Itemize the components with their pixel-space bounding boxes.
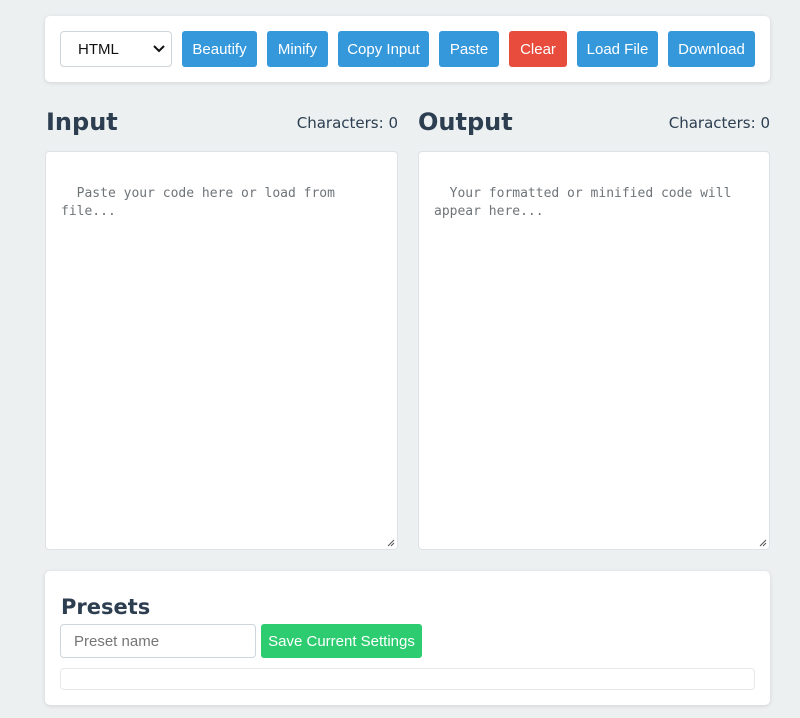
resize-handle-icon[interactable] [387, 539, 395, 547]
clear-button[interactable]: Clear [509, 31, 567, 67]
preset-name-placeholder: Preset name [74, 633, 160, 650]
output-char-count: Characters: 0 [668, 114, 770, 132]
resize-handle-icon[interactable] [759, 539, 767, 547]
paste-button[interactable]: Paste [439, 31, 499, 67]
output-title: Output [418, 108, 513, 136]
toolbar: HTML Beautify Minify Copy Input Paste Cl… [45, 16, 770, 82]
beautify-button[interactable]: Beautify [182, 31, 257, 67]
language-select[interactable]: HTML [60, 31, 172, 67]
chevron-down-icon [153, 45, 165, 53]
save-settings-button[interactable]: Save Current Settings [261, 624, 422, 658]
copy-input-button[interactable]: Copy Input [338, 31, 429, 67]
input-textarea[interactable]: Paste your code here or load from file..… [45, 151, 398, 550]
presets-panel: Presets Preset name Save Current Setting… [45, 571, 770, 705]
output-textarea[interactable]: Your formatted or minified code will app… [418, 151, 770, 550]
input-char-count: Characters: 0 [296, 114, 398, 132]
input-title: Input [46, 108, 118, 136]
preset-list [60, 668, 755, 690]
download-button[interactable]: Download [668, 31, 755, 67]
preset-name-input[interactable]: Preset name [60, 624, 256, 658]
input-placeholder: Paste your code here or load from file..… [61, 186, 343, 219]
minify-button[interactable]: Minify [267, 31, 328, 67]
output-placeholder: Your formatted or minified code will app… [434, 186, 740, 219]
presets-title: Presets [61, 595, 151, 619]
load-file-button[interactable]: Load File [577, 31, 658, 67]
language-select-value: HTML [78, 41, 119, 58]
